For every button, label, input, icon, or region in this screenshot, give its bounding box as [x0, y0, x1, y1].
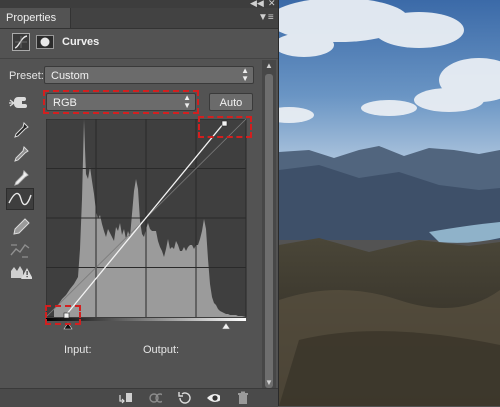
draw-pencil-icon[interactable] — [8, 216, 32, 238]
black-point-highlight-box — [45, 305, 81, 325]
preset-label: Preset: — [9, 70, 44, 82]
sample-black-eyedropper-icon[interactable] — [8, 120, 32, 142]
scroll-up-icon[interactable]: ▲ — [265, 61, 273, 70]
on-image-adjust-icon[interactable] — [8, 92, 32, 114]
edit-points-curve-icon — [8, 192, 32, 206]
reset-icon[interactable] — [177, 391, 191, 405]
input-label: Input: — [64, 344, 92, 356]
panel-scrollbar[interactable]: ▲ ▼ — [262, 60, 276, 388]
clipping-warning-icon[interactable] — [8, 262, 32, 284]
panel-title: Curves — [62, 36, 100, 48]
clip-to-layer-icon[interactable] — [118, 391, 132, 405]
auto-label: Auto — [219, 97, 243, 109]
panel-tab-bar: Properties ▼≡ — [0, 8, 278, 29]
preset-row: Preset: Custom ▲ ▼ — [0, 66, 278, 88]
layer-mask-icon[interactable] — [36, 35, 54, 49]
preset-select[interactable]: Custom ▲ ▼ — [44, 66, 254, 84]
channel-highlight-box — [43, 90, 199, 114]
sample-white-eyedropper-icon[interactable] — [8, 168, 32, 190]
input-output-row: Input: Output: — [0, 340, 262, 356]
panel-header: Curves — [0, 28, 278, 59]
visibility-eye-icon[interactable] — [206, 391, 220, 405]
panel-footer — [0, 388, 278, 407]
curves-graph[interactable] — [46, 119, 250, 335]
panel-menu-icon[interactable]: ▼≡ — [258, 12, 274, 23]
white-point-highlight-box — [198, 116, 252, 138]
scroll-down-icon[interactable]: ▼ — [265, 378, 273, 387]
select-arrows-icon: ▲ ▼ — [241, 66, 249, 83]
tab-properties[interactable]: Properties — [0, 8, 71, 28]
edit-points-curve-tool[interactable] — [6, 188, 34, 210]
tab-label: Properties — [6, 12, 57, 24]
smooth-curve-icon[interactable] — [8, 240, 32, 262]
preset-value: Custom — [51, 70, 89, 82]
properties-panel: ◀◀ ✕ Properties ▼≡ Curves Preset: Custom… — [0, 0, 279, 407]
sample-gray-eyedropper-icon[interactable] — [8, 144, 32, 166]
trash-icon[interactable] — [236, 391, 250, 405]
auto-button[interactable]: Auto — [209, 93, 253, 111]
white-input-slider[interactable] — [221, 322, 231, 330]
document-canvas-photo[interactable] — [279, 0, 500, 406]
view-previous-state-icon[interactable] — [148, 391, 162, 405]
curves-adjustment-icon[interactable] — [12, 33, 30, 51]
output-label: Output: — [143, 344, 180, 356]
scroll-thumb[interactable] — [265, 74, 273, 388]
panel-top-strip: ◀◀ ✕ — [0, 0, 278, 8]
